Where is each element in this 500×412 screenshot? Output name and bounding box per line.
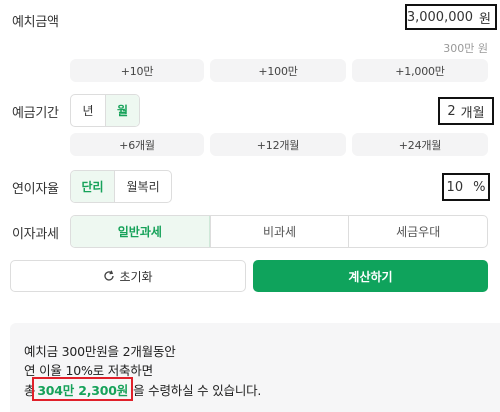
deposit-label: 예치금액 <box>12 15 59 30</box>
add-100k-button[interactable]: +10만 <box>70 59 204 82</box>
rate-value-field[interactable]: 10 % <box>442 173 490 201</box>
add-6-months-button[interactable]: +6개월 <box>70 133 204 156</box>
tax-label: 이자과세 <box>12 227 59 242</box>
tax-general-option[interactable]: 일반과세 <box>71 216 210 247</box>
result-line-3: 총 304만 2,300원 을 수령하실 수 있습니다. <box>24 377 261 401</box>
tax-preferential-option[interactable]: 세금우대 <box>348 216 487 247</box>
rate-unit: % <box>473 179 486 195</box>
deposit-amount-field[interactable]: 3,000,000 원 <box>405 4 497 30</box>
interest-type-toggle: 단리 월복리 <box>70 170 172 203</box>
add-1m-button[interactable]: +100만 <box>210 59 346 82</box>
deposit-amount-value: 3,000,000 <box>406 9 474 25</box>
reset-button[interactable]: 초기화 <box>10 260 246 292</box>
period-unit-month[interactable]: 월 <box>104 95 139 126</box>
calculate-button[interactable]: 계산하기 <box>253 260 488 292</box>
period-value: 2 <box>447 103 456 119</box>
period-unit-year[interactable]: 년 <box>71 95 105 126</box>
add-12-months-button[interactable]: +12개월 <box>210 133 346 156</box>
monthly-compound-option[interactable]: 월복리 <box>114 171 171 202</box>
tax-type-toggle: 일반과세 비과세 세금우대 <box>70 215 488 248</box>
result-line-1: 예치금 300만원을 2개월동안 <box>24 344 176 359</box>
rate-label: 연이자율 <box>12 182 59 197</box>
result-total: 304만 2,300원 <box>32 377 134 401</box>
deposit-amount-hint: 300만 원 <box>443 42 488 55</box>
refresh-icon <box>103 270 115 282</box>
result-panel: 예치금 300만원을 2개월동안 연 이율 10%로 저축하면 총 304만 2… <box>10 323 500 412</box>
simple-interest-option[interactable]: 단리 <box>71 171 115 202</box>
tax-free-option[interactable]: 비과세 <box>209 216 349 247</box>
result-suffix: 을 수령하실 수 있습니다. <box>133 382 262 398</box>
period-value-field[interactable]: 2 개월 <box>438 97 494 125</box>
deposit-amount-unit: 원 <box>479 11 491 27</box>
add-24-months-button[interactable]: +24개월 <box>352 133 488 156</box>
period-unit: 개월 <box>460 105 485 121</box>
reset-button-label: 초기화 <box>119 269 153 284</box>
rate-value: 10 <box>446 179 464 195</box>
period-unit-toggle: 년 월 <box>70 94 140 127</box>
add-10m-button[interactable]: +1,000만 <box>352 59 488 82</box>
period-label: 예금기간 <box>12 106 59 121</box>
